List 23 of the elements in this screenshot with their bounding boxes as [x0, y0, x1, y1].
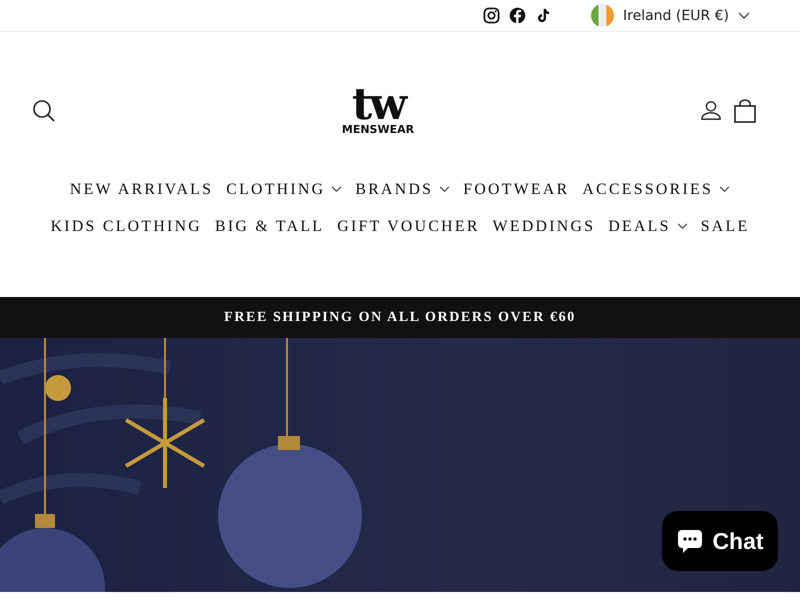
instagram-icon[interactable] — [483, 7, 500, 24]
ireland-flag-icon — [591, 4, 614, 27]
shopping-bag-icon[interactable] — [734, 99, 756, 123]
nav-link[interactable]: WEDDINGS — [492, 208, 596, 245]
nav-link[interactable]: KIDS CLOTHING — [50, 208, 202, 245]
nav-link[interactable]: BIG & TALL — [215, 208, 324, 245]
nav-link[interactable]: GIFT VOUCHER — [337, 208, 480, 245]
nav-link[interactable]: NEW ARRIVALS — [70, 171, 214, 208]
nav-link[interactable]: CLOTHING — [226, 171, 342, 208]
chat-button[interactable]: Chat — [662, 511, 778, 571]
chat-bubble-icon — [676, 527, 704, 555]
nav-link[interactable]: ACCESSORIES — [582, 171, 730, 208]
country-selector[interactable]: Ireland (EUR €) — [591, 4, 750, 27]
search-icon[interactable] — [32, 99, 56, 123]
nav-link[interactable]: DEALS — [608, 208, 688, 245]
announcement-text: FREE SHIPPING ON ALL ORDERS OVER €60 — [224, 310, 576, 326]
nav-link[interactable]: BRANDS — [355, 171, 450, 208]
nav-link[interactable]: SALE — [700, 208, 750, 245]
facebook-icon[interactable] — [509, 7, 526, 24]
nav-link[interactable]: FOOTWEAR — [463, 171, 570, 208]
tiktok-icon[interactable] — [535, 7, 552, 24]
account-icon[interactable] — [700, 99, 722, 121]
chevron-down-icon — [738, 12, 750, 20]
